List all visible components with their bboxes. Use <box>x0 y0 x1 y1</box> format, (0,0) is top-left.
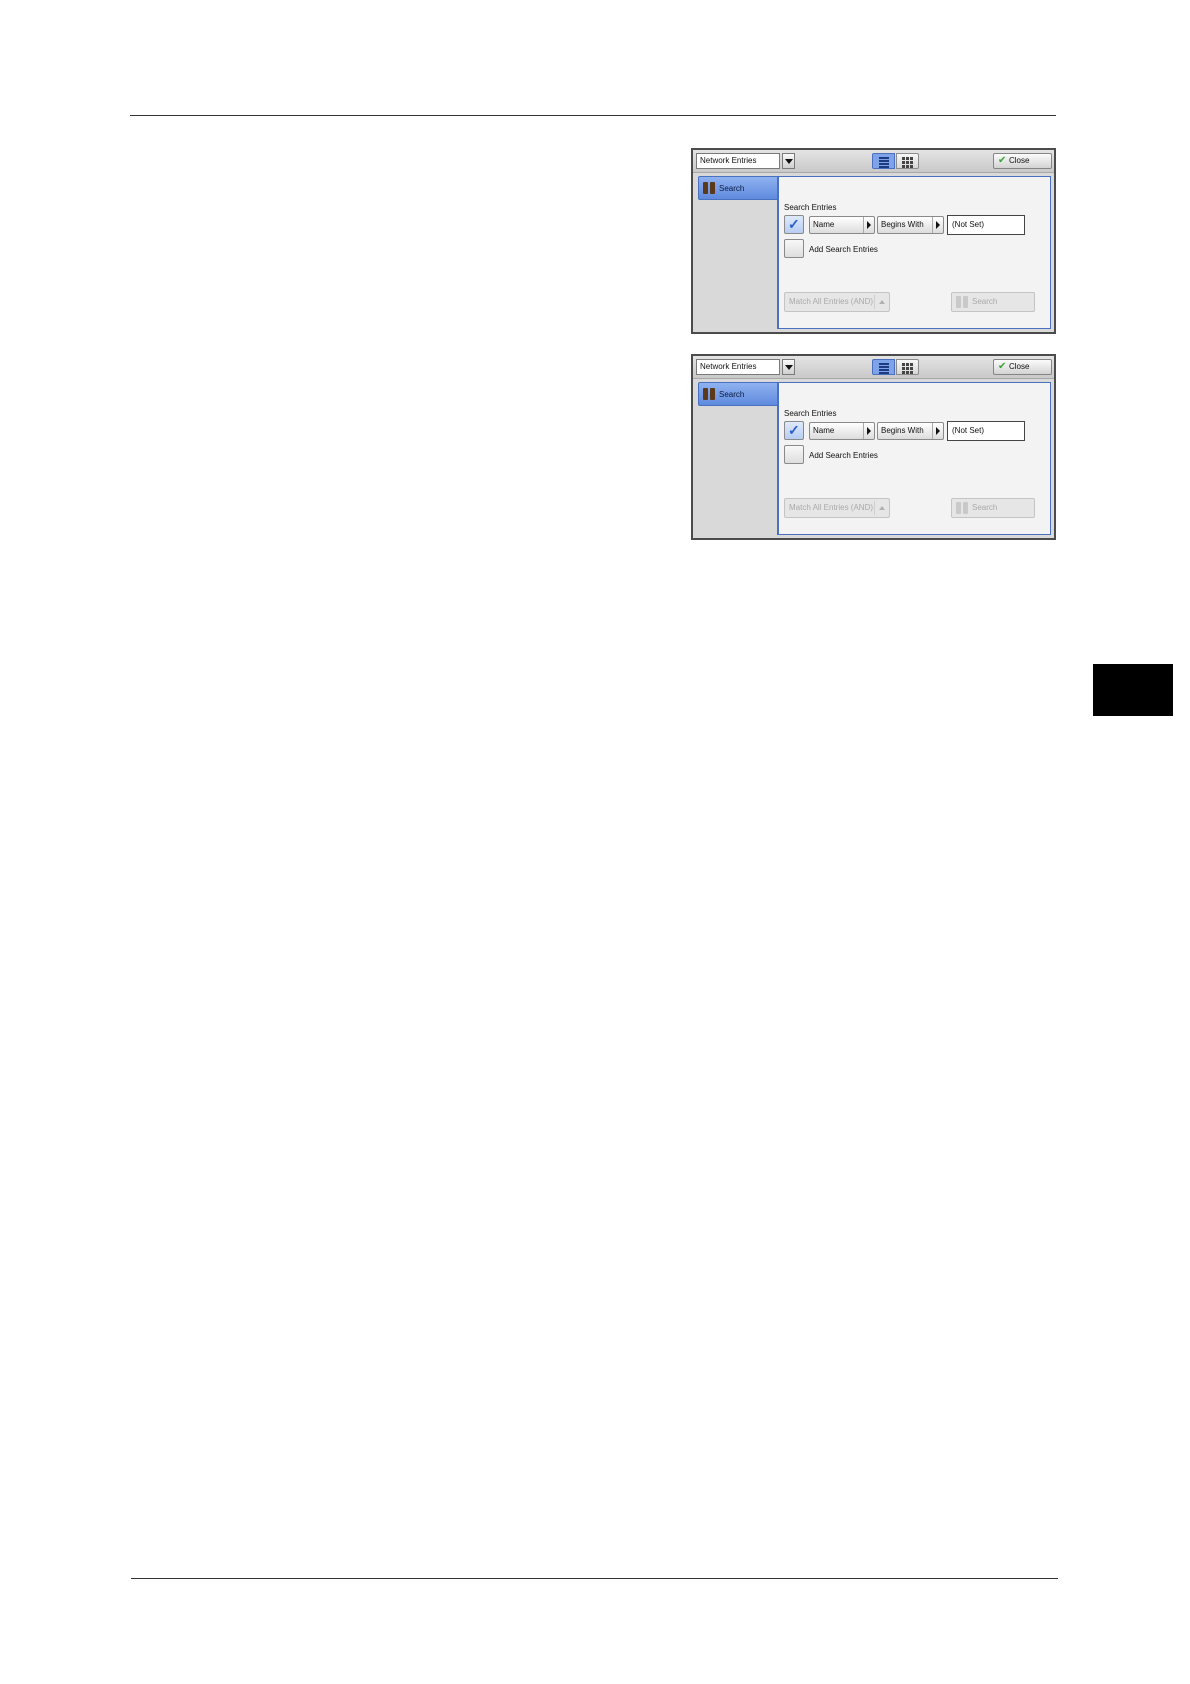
add-entries-label: Add Search Entries <box>809 451 878 460</box>
tab-search[interactable]: Search <box>698 382 778 406</box>
dropdown-arrow-icon[interactable] <box>782 359 795 375</box>
arrow-up-icon <box>879 300 885 304</box>
tab-search-label: Search <box>719 390 745 399</box>
search-button-label: Search <box>972 503 998 512</box>
binoculars-icon <box>956 502 968 514</box>
search-value-field[interactable]: (Not Set) <box>947 421 1025 441</box>
tab-search[interactable]: Search <box>698 176 778 200</box>
add-entries-label: Add Search Entries <box>809 245 878 254</box>
address-book-dropdown[interactable]: Network Entries <box>696 153 780 169</box>
close-button[interactable]: ✔ Close <box>993 359 1052 375</box>
divider <box>874 501 875 515</box>
thumbnail-view-icon[interactable] <box>896 153 919 169</box>
search-button-label: Search <box>972 297 998 306</box>
top-bar: Network Entries ✔ Close <box>693 150 1054 173</box>
checkmark-icon: ✓ <box>788 422 800 438</box>
condition-selector-button[interactable]: Begins With <box>877 422 944 440</box>
top-bar: Network Entries ✔ Close <box>693 356 1054 379</box>
arrow-right-icon <box>932 217 943 233</box>
search-value-field[interactable]: (Not Set) <box>947 215 1025 235</box>
binoculars-icon <box>703 182 715 194</box>
match-mode-label: Match All Entries (AND) <box>789 503 874 512</box>
close-label: Close <box>1009 156 1030 165</box>
tab-search-label: Search <box>719 184 745 193</box>
section-title: Search Entries <box>784 203 837 212</box>
close-button[interactable]: ✔ Close <box>993 153 1052 169</box>
list-view-icon[interactable] <box>872 153 895 169</box>
arrow-right-icon <box>932 423 943 439</box>
binoculars-icon <box>703 388 715 400</box>
condition-selector-label: Begins With <box>881 426 924 435</box>
search-button[interactable]: Search <box>951 498 1035 518</box>
binoculars-icon <box>956 296 968 308</box>
field-selector-button[interactable]: Name <box>809 216 875 234</box>
field-selector-label: Name <box>813 220 835 229</box>
checkmark-icon: ✔ <box>998 361 1007 372</box>
search-entries-screen: Network Entries ✔ Close Search Search En… <box>691 148 1056 334</box>
header-rule <box>130 115 1056 116</box>
entry-checkbox-checked[interactable]: ✓ <box>784 421 804 440</box>
section-title: Search Entries <box>784 409 837 418</box>
arrow-right-icon <box>863 217 874 233</box>
match-mode-label: Match All Entries (AND) <box>789 297 874 306</box>
checkmark-icon: ✔ <box>998 155 1007 166</box>
address-book-dropdown[interactable]: Network Entries <box>696 359 780 375</box>
chapter-tab <box>1093 664 1173 716</box>
search-entries-screen: Network Entries ✔ Close Search Search En… <box>691 354 1056 540</box>
dropdown-arrow-icon[interactable] <box>782 153 795 169</box>
condition-selector-label: Begins With <box>881 220 924 229</box>
field-selector-label: Name <box>813 426 835 435</box>
arrow-up-icon <box>879 506 885 510</box>
close-label: Close <box>1009 362 1030 371</box>
list-view-icon[interactable] <box>872 359 895 375</box>
field-selector-button[interactable]: Name <box>809 422 875 440</box>
checkmark-icon: ✓ <box>788 216 800 232</box>
arrow-right-icon <box>863 423 874 439</box>
footer-rule <box>131 1578 1058 1579</box>
search-panel: Search Entries ✓ Name Begins With (Not S… <box>777 382 1051 535</box>
add-entries-checkbox[interactable] <box>784 445 804 464</box>
add-entries-checkbox[interactable] <box>784 239 804 258</box>
thumbnail-view-icon[interactable] <box>896 359 919 375</box>
search-panel: Search Entries ✓ Name Begins With (Not S… <box>777 176 1051 329</box>
search-button[interactable]: Search <box>951 292 1035 312</box>
entry-checkbox-checked[interactable]: ✓ <box>784 215 804 234</box>
condition-selector-button[interactable]: Begins With <box>877 216 944 234</box>
match-mode-button[interactable]: Match All Entries (AND) <box>784 292 890 312</box>
match-mode-button[interactable]: Match All Entries (AND) <box>784 498 890 518</box>
divider <box>874 295 875 309</box>
